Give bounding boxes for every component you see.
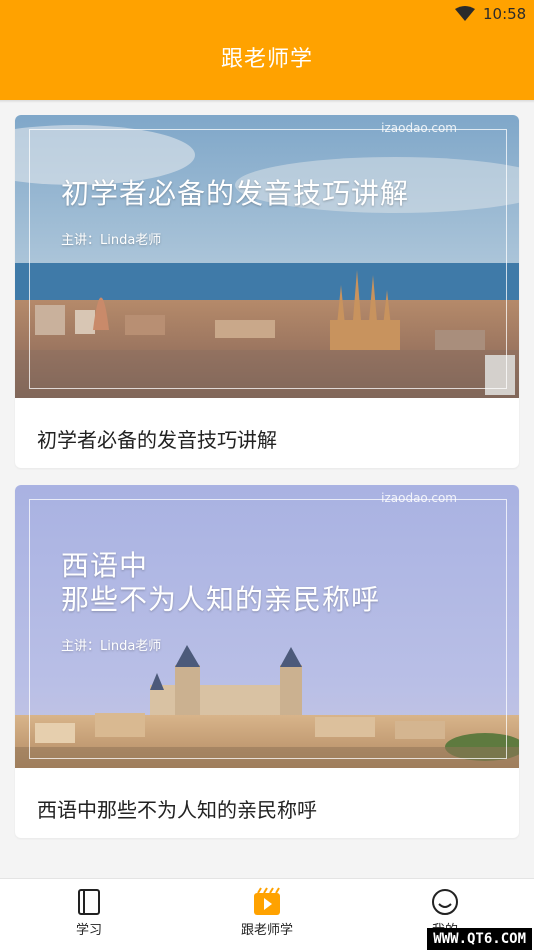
- course-banner[interactable]: izaodao.com 西语中 那些不为人知的亲民称呼 主讲：Linda老师: [15, 485, 519, 768]
- course-card[interactable]: izaodao.com 西语中 那些不为人知的亲民称呼 主讲：Linda老师 西…: [15, 485, 519, 838]
- banner-frame: [29, 499, 507, 759]
- banner-title-line: 初学者必备的发音技巧讲解: [61, 177, 410, 210]
- banner-frame: [29, 129, 507, 389]
- banner-title-line: 那些不为人知的亲民称呼: [61, 583, 381, 616]
- banner-title-line: 西语中: [61, 549, 149, 582]
- course-card[interactable]: izaodao.com 初学者必备的发音技巧讲解 主讲：Linda老师 初学者必…: [15, 115, 519, 468]
- tab-label: 跟老师学: [240, 923, 293, 938]
- app-bar-shadow: [0, 100, 534, 103]
- smile-icon: [432, 889, 458, 915]
- course-caption: 初学者必备的发音技巧讲解: [37, 428, 277, 452]
- book-icon: [78, 889, 100, 915]
- tab-study[interactable]: 学习: [29, 879, 149, 950]
- tab-learn-with-teacher[interactable]: 跟老师学: [207, 879, 327, 950]
- app-bar: 跟老师学: [0, 30, 534, 103]
- banner-speaker: 主讲：Linda老师: [61, 639, 162, 654]
- tab-label: 学习: [75, 923, 102, 938]
- banner-title: 西语中 那些不为人知的亲民称呼: [61, 549, 380, 617]
- banner-title: 初学者必备的发音技巧讲解: [61, 177, 409, 211]
- banner-watermark: izaodao.com: [381, 491, 457, 505]
- banner-speaker: 主讲：Linda老师: [61, 233, 162, 248]
- course-banner[interactable]: izaodao.com 初学者必备的发音技巧讲解 主讲：Linda老师: [15, 115, 519, 398]
- page-title: 跟老师学: [220, 47, 313, 72]
- banner-watermark: izaodao.com: [381, 121, 457, 135]
- course-caption: 西语中那些不为人知的亲民称呼: [37, 798, 317, 822]
- bottom-tab-bar: 学习 跟老师学 我的 WWW.QT6.COM: [0, 878, 534, 950]
- play-icon: [254, 887, 280, 915]
- site-watermark: WWW.QT6.COM: [427, 928, 532, 950]
